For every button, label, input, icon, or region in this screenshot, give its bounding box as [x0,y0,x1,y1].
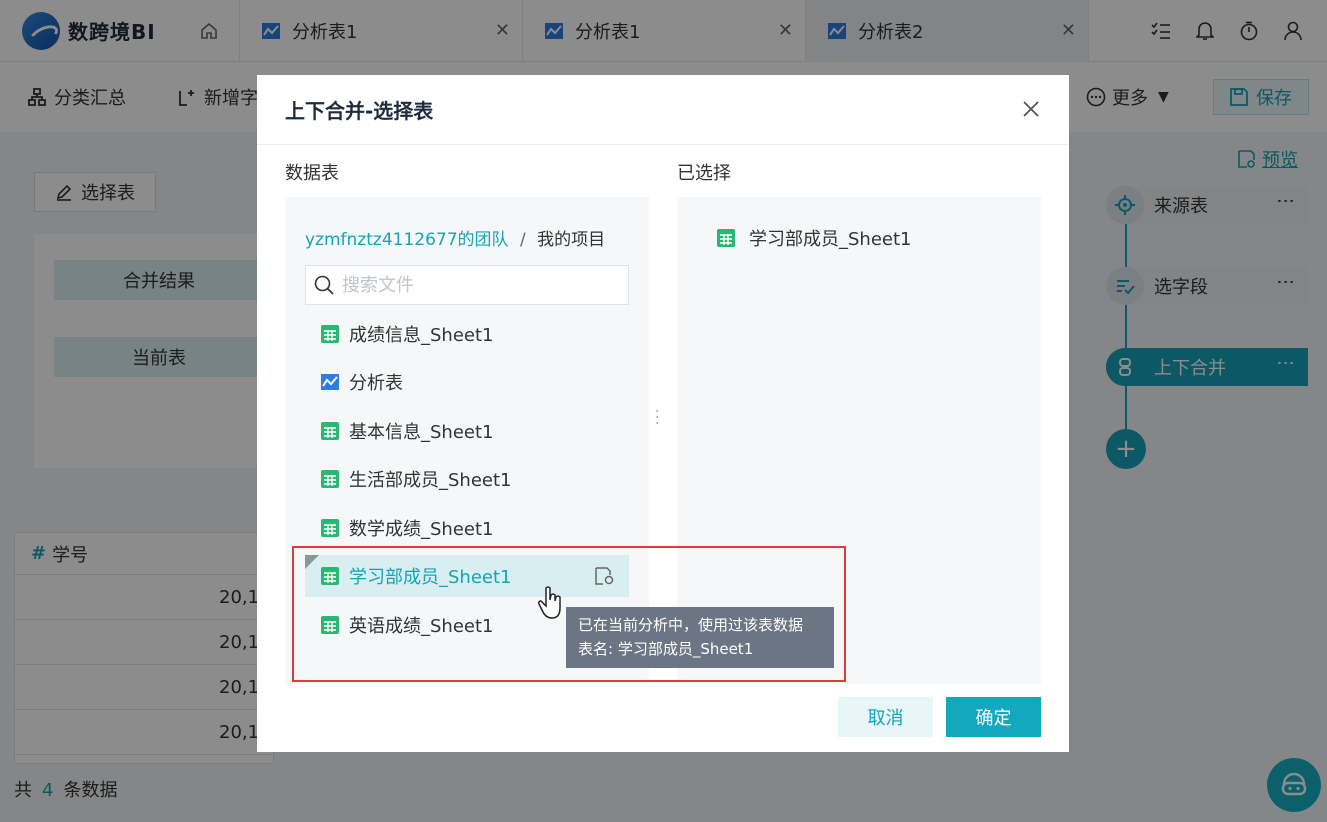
file-item[interactable]: 成绩信息_Sheet1 [305,313,629,355]
confirm-button[interactable]: 确定 [946,697,1041,737]
tooltip: 已在当前分析中，使用过该表数据 表名: 学习部成员_Sheet1 [566,607,834,668]
sheet-icon [321,470,339,488]
tooltip-line-1: 已在当前分析中，使用过该表数据 [578,616,804,634]
sheet-icon [321,325,339,343]
breadcrumb-separator: / [519,230,526,250]
breadcrumb: yzmfnztz4112677的团队 / 我的项目 [305,225,605,250]
selected-item[interactable]: 学习部成员_Sheet1 [717,225,912,251]
sheet-icon [321,519,339,537]
file-item[interactable]: 生活部成员_Sheet1 [305,458,629,500]
file-item[interactable]: 基本信息_Sheet1 [305,410,629,452]
file-name: 分析表 [349,373,403,394]
file-name: 生活部成员_Sheet1 [349,470,512,491]
sheet-icon [717,229,735,247]
file-name: 数学成绩_Sheet1 [349,519,494,540]
tooltip-line-2: 表名: 学习部成员_Sheet1 [578,640,754,658]
selected-title: 已选择 [677,163,731,184]
sheet-icon [321,422,339,440]
selected-item-name: 学习部成员_Sheet1 [749,229,912,250]
breadcrumb-project[interactable]: 我的项目 [537,230,605,250]
chart-icon [321,374,339,390]
cancel-button[interactable]: 取消 [838,697,933,737]
data-tables-title: 数据表 [285,163,339,184]
search-input[interactable] [342,274,602,296]
breadcrumb-team[interactable]: yzmfnztz4112677的团队 [305,230,509,250]
file-name: 成绩信息_Sheet1 [349,325,494,346]
search-box [305,265,629,305]
file-name: 基本信息_Sheet1 [349,422,494,443]
dialog-title: 上下合并-选择表 [257,75,1069,145]
file-item[interactable]: 数学成绩_Sheet1 [305,507,629,549]
search-icon [314,275,334,295]
pane-resize-handle[interactable]: · · · [655,405,659,431]
close-icon[interactable] [1019,97,1043,121]
hand-cursor-icon [538,586,561,619]
file-item[interactable]: 分析表 [305,361,629,403]
